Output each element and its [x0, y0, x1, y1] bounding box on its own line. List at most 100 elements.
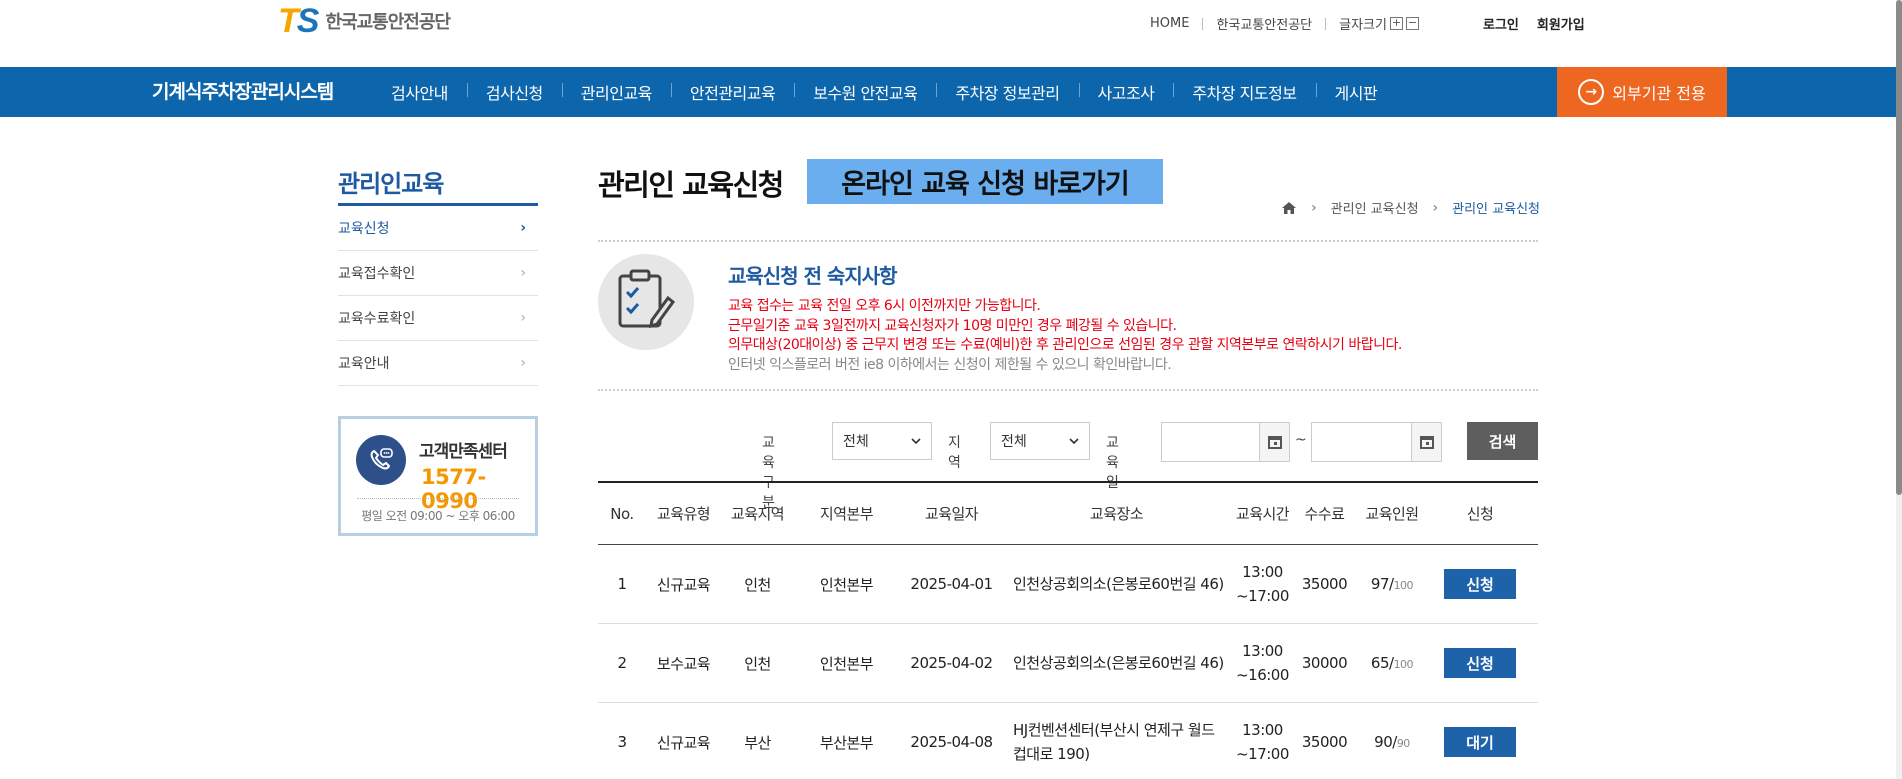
- nav-item-parking-info[interactable]: 주차장 정보관리: [936, 80, 1078, 104]
- cell-date: 2025-04-08: [910, 733, 993, 751]
- region-select[interactable]: 전체: [990, 422, 1090, 460]
- cell-no: 1: [617, 575, 627, 593]
- arrow-right-circle-icon: →: [1578, 79, 1605, 105]
- education-table: No. 교육유형 교육지역 지역본부 교육일자 교육장소 교육시간 수수료 교육…: [598, 481, 1538, 779]
- font-decrease-button[interactable]: −: [1405, 17, 1419, 30]
- sidebar-menu: 교육신청 › 교육접수확인 › 교육수료확인 › 교육안내 ›: [338, 206, 538, 386]
- top-bar: TS 한국교통안전공단 HOME 한국교통안전공단 글자크기 + − 로그인 회…: [0, 0, 1902, 67]
- column-header: 교육유형: [656, 505, 711, 523]
- auth-links: 로그인 회원가입: [1483, 14, 1585, 33]
- cell-fee: 35000: [1301, 733, 1348, 751]
- search-button[interactable]: 검색: [1467, 422, 1538, 460]
- time-end: ~17:00: [1236, 745, 1289, 763]
- cell-no: 3: [617, 733, 627, 751]
- place-line: 인천상공회의소(은봉로60번길 46): [1013, 575, 1224, 593]
- home-link[interactable]: HOME: [1150, 16, 1189, 31]
- page-scrollbar[interactable]: [1896, 0, 1902, 779]
- apply-button[interactable]: 신청: [1444, 648, 1516, 678]
- place-line: 인천상공회의소(은봉로60번길 46): [1013, 654, 1224, 672]
- cell-fee: 30000: [1301, 654, 1348, 672]
- signup-link[interactable]: 회원가입: [1537, 14, 1585, 33]
- nav-menu: 검사안내 검사신청 관리인교육 안전관리교육 보수원 안전교육 주차장 정보관리…: [372, 67, 1396, 117]
- divider: [357, 498, 519, 499]
- chevron-down-icon: [1069, 433, 1079, 449]
- calendar-icon[interactable]: [1411, 423, 1441, 461]
- calendar-icon[interactable]: [1259, 423, 1289, 461]
- cell-region: 인천: [744, 575, 771, 594]
- breadcrumb: › 관리인 교육신청 › 관리인 교육신청: [1281, 198, 1540, 217]
- waitlist-button[interactable]: 대기: [1444, 727, 1516, 757]
- date-from-field[interactable]: [1161, 422, 1290, 462]
- cell-time: 13:00 ~17:00: [1229, 718, 1296, 766]
- time-start: 13:00: [1242, 721, 1283, 739]
- cell-hq: 인천본부: [819, 654, 874, 673]
- nav-item-board[interactable]: 게시판: [1315, 80, 1397, 104]
- site-logo[interactable]: TS 한국교통안전공단: [278, 4, 451, 38]
- nav-item-parking-map[interactable]: 주차장 지도정보: [1173, 80, 1315, 104]
- sidebar-item-receipt-check[interactable]: 교육접수확인 ›: [338, 251, 538, 296]
- nav-item-inspection-apply[interactable]: 검사신청: [466, 80, 562, 104]
- time-start: 13:00: [1242, 642, 1283, 660]
- sidebar-item-apply[interactable]: 교육신청 ›: [338, 206, 538, 251]
- nav-item-accident[interactable]: 사고조사: [1078, 80, 1174, 104]
- breadcrumb-separator: ›: [1311, 199, 1317, 216]
- sidebar-item-label: 교육접수확인: [338, 266, 416, 282]
- system-title[interactable]: 기계식주차장관리시스템: [152, 67, 334, 117]
- cell-date: 2025-04-01: [910, 575, 993, 593]
- home-icon[interactable]: [1281, 201, 1297, 215]
- online-apply-button[interactable]: 온라인 교육 신청 바로가기: [807, 159, 1163, 204]
- count-value: 90/: [1374, 733, 1397, 751]
- table-row: 3 신규교육 부산 부산본부 2025-04-08 HJ컨벤션센터(부산시 연제…: [598, 703, 1538, 779]
- cell-region: 부산: [744, 733, 771, 752]
- nav-item-safety-education[interactable]: 안전관리교육: [670, 80, 794, 104]
- cell-hq: 인천본부: [819, 575, 874, 594]
- cell-action: 대기: [1431, 727, 1529, 757]
- cell-no: 2: [617, 654, 627, 672]
- cell-region: 인천: [744, 654, 771, 673]
- time-end: ~16:00: [1236, 666, 1289, 684]
- customer-center-label: 고객만족센터: [419, 442, 508, 462]
- column-header: 교육지역: [730, 505, 785, 523]
- cell-place: 인천상공회의소(은봉로60번길 46): [1004, 651, 1229, 675]
- notice-title: 교육신청 전 숙지사항: [728, 264, 898, 288]
- divider: [1202, 17, 1204, 30]
- cell-count: 65/100: [1353, 654, 1431, 672]
- cell-type: 보수교육: [656, 654, 711, 673]
- nav-item-maintainer-education[interactable]: 보수원 안전교육: [794, 80, 936, 104]
- scrollbar-thumb[interactable]: [1896, 0, 1902, 495]
- notice-line: 교육 접수는 교육 전일 오후 6시 이전까지만 가능합니다.: [728, 298, 1041, 314]
- apply-button[interactable]: 신청: [1444, 569, 1516, 599]
- utility-links: HOME 한국교통안전공단 글자크기 + −: [1150, 14, 1419, 33]
- nav-item-manager-education[interactable]: 관리인교육: [561, 80, 671, 104]
- cell-type: 신규교육: [656, 575, 711, 594]
- cell-count: 90/90: [1353, 733, 1431, 751]
- sidebar-item-label: 교육수료확인: [338, 311, 416, 327]
- sidebar-item-completion-check[interactable]: 교육수료확인 ›: [338, 296, 538, 341]
- nav-item-inspection-guide[interactable]: 검사안내: [372, 80, 467, 104]
- cell-hq: 부산본부: [819, 733, 874, 752]
- table-header: No. 교육유형 교육지역 지역본부 교육일자 교육장소 교육시간 수수료 교육…: [598, 481, 1538, 545]
- cell-action: 신청: [1431, 648, 1529, 678]
- column-header: 교육인원: [1365, 505, 1419, 523]
- sidebar-item-label: 교육신청: [338, 221, 390, 237]
- sidebar-item-guide[interactable]: 교육안내 ›: [338, 341, 538, 386]
- notice-text: 교육 접수는 교육 전일 오후 6시 이전까지만 가능합니다. 근무일기준 교육…: [728, 297, 1402, 375]
- cell-place: 인천상공회의소(은봉로60번길 46): [1004, 572, 1229, 596]
- breadcrumb-current: 관리인 교육신청: [1452, 202, 1540, 217]
- font-increase-button[interactable]: +: [1389, 17, 1403, 30]
- column-header: No.: [610, 504, 634, 523]
- education-type-select[interactable]: 전체: [832, 422, 932, 460]
- login-link[interactable]: 로그인: [1483, 14, 1519, 33]
- cell-count: 97/100: [1353, 575, 1431, 593]
- date-to-field[interactable]: [1311, 422, 1442, 462]
- cell-place: HJ컨벤션센터(부산시 연제구 월드 컵대로 190): [1004, 718, 1229, 766]
- external-agency-button[interactable]: → 외부기관 전용: [1557, 67, 1727, 117]
- chevron-right-icon: ›: [520, 310, 526, 326]
- customer-center-box: 고객만족센터 1577-0990 평일 오전 09:00 ~ 오후 06:00: [338, 416, 538, 536]
- customer-center-phone: 1577-0990: [421, 465, 486, 513]
- phone-chat-icon: [356, 435, 406, 485]
- notice-line: 인터넷 익스플로러 버전 ie8 이하에서는 신청이 제한될 수 있으니 확인바…: [728, 356, 1172, 373]
- place-line: 컵대로 190): [1013, 745, 1090, 763]
- kotsa-link[interactable]: 한국교통안전공단: [1216, 14, 1312, 33]
- breadcrumb-item[interactable]: 관리인 교육신청: [1331, 198, 1419, 217]
